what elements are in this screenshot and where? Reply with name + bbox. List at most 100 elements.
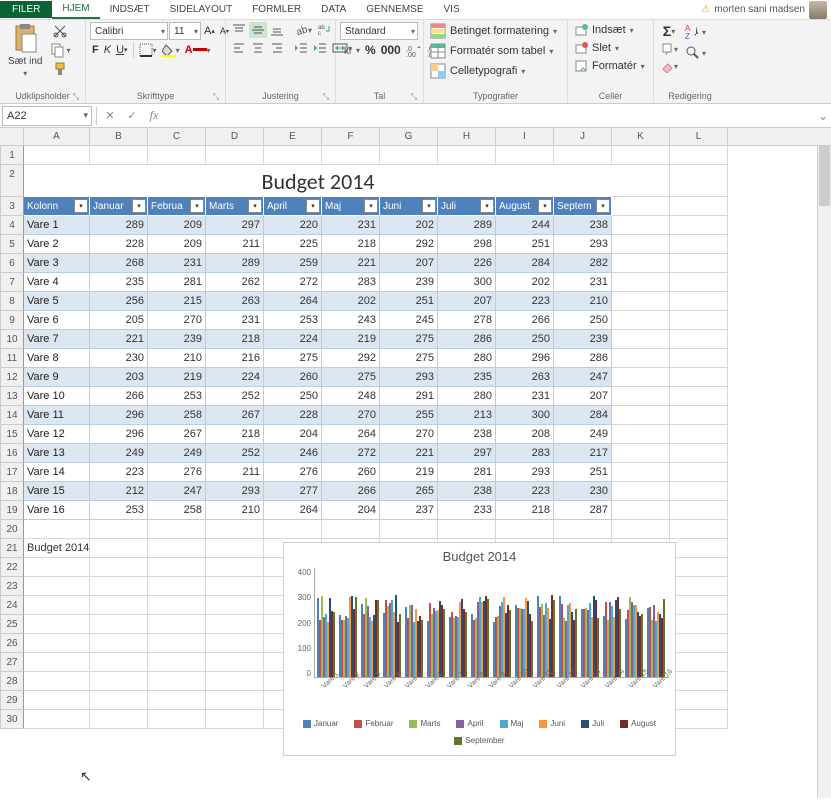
tab-filer[interactable]: FILER: [0, 1, 52, 18]
table-cell[interactable]: 231: [496, 387, 554, 406]
name-box[interactable]: A22: [2, 106, 92, 126]
accounting-format-button[interactable]: kr: [340, 42, 362, 58]
table-cell[interactable]: 272: [322, 444, 380, 463]
insert-function-button[interactable]: fx: [143, 106, 165, 126]
table-cell[interactable]: 266: [322, 482, 380, 501]
column-header[interactable]: D: [206, 128, 264, 145]
enter-formula-button[interactable]: ✓: [121, 106, 143, 126]
format-as-table-button[interactable]: Formatér som tabel: [428, 42, 563, 60]
table-cell[interactable]: 262: [206, 273, 264, 292]
table-cell[interactable]: 238: [438, 425, 496, 444]
table-row-label[interactable]: Vare 1: [24, 216, 90, 235]
table-row-label[interactable]: Vare 3: [24, 254, 90, 273]
cell[interactable]: [670, 520, 728, 539]
align-left-button[interactable]: [230, 40, 248, 56]
cell[interactable]: [206, 520, 264, 539]
cell[interactable]: [148, 615, 206, 634]
cell[interactable]: [206, 596, 264, 615]
table-cell[interactable]: 293: [554, 235, 612, 254]
table-cell[interactable]: 275: [380, 349, 438, 368]
table-cell[interactable]: 283: [496, 444, 554, 463]
decrease-indent-button[interactable]: [292, 40, 310, 56]
clipboard-expand-icon[interactable]: ⤡: [71, 92, 81, 102]
row-header[interactable]: 28: [0, 672, 24, 691]
table-cell[interactable]: 260: [322, 463, 380, 482]
cell[interactable]: [148, 672, 206, 691]
tab-indsaet[interactable]: INDSÆT: [100, 1, 160, 18]
table-cell[interactable]: 286: [554, 349, 612, 368]
increase-font-button[interactable]: A▴: [202, 24, 217, 38]
table-cell[interactable]: 249: [90, 444, 148, 463]
filter-button[interactable]: ▾: [422, 199, 436, 213]
insert-cells-button[interactable]: Indsæt: [572, 22, 636, 38]
cell[interactable]: [670, 558, 728, 577]
row-header[interactable]: 15: [0, 425, 24, 444]
table-cell[interactable]: 280: [438, 387, 496, 406]
align-center-button[interactable]: [249, 40, 267, 56]
cell[interactable]: [670, 349, 728, 368]
cell[interactable]: [554, 520, 612, 539]
table-cell[interactable]: 224: [206, 368, 264, 387]
table-cell[interactable]: 228: [90, 235, 148, 254]
tab-gennemse[interactable]: GENNEMSE: [356, 1, 433, 18]
cell[interactable]: [24, 146, 90, 165]
table-cell[interactable]: 219: [380, 463, 438, 482]
cell[interactable]: [670, 463, 728, 482]
table-header[interactable]: August▾: [496, 197, 554, 216]
cell[interactable]: [670, 596, 728, 615]
table-cell[interactable]: 264: [264, 292, 322, 311]
cell[interactable]: [670, 273, 728, 292]
cell[interactable]: [496, 146, 554, 165]
table-cell[interactable]: 263: [206, 292, 264, 311]
filter-button[interactable]: ▾: [364, 199, 378, 213]
cell[interactable]: [148, 596, 206, 615]
table-cell[interactable]: 231: [148, 254, 206, 273]
table-cell[interactable]: 266: [496, 311, 554, 330]
table-cell[interactable]: 284: [496, 254, 554, 273]
cell[interactable]: [148, 539, 206, 558]
column-header[interactable]: G: [380, 128, 438, 145]
table-cell[interactable]: 251: [380, 292, 438, 311]
table-cell[interactable]: 293: [380, 368, 438, 387]
table-cell[interactable]: 300: [496, 406, 554, 425]
cell[interactable]: [90, 558, 148, 577]
cell[interactable]: [670, 387, 728, 406]
table-cell[interactable]: 225: [264, 235, 322, 254]
cell[interactable]: [438, 520, 496, 539]
cell[interactable]: [206, 577, 264, 596]
cell[interactable]: [148, 634, 206, 653]
autosum-button[interactable]: Σ: [658, 22, 680, 40]
table-cell[interactable]: 224: [264, 330, 322, 349]
row-header[interactable]: 5: [0, 235, 24, 254]
cell[interactable]: [670, 634, 728, 653]
row-header[interactable]: 25: [0, 615, 24, 634]
cell[interactable]: [612, 444, 670, 463]
table-cell[interactable]: 202: [322, 292, 380, 311]
borders-button[interactable]: [137, 42, 159, 58]
table-row-label[interactable]: Vare 11: [24, 406, 90, 425]
cell[interactable]: [90, 691, 148, 710]
cell[interactable]: [612, 501, 670, 520]
row-header[interactable]: 2: [0, 165, 24, 197]
cell[interactable]: [612, 273, 670, 292]
increase-decimal-button[interactable]: ,0,00: [404, 42, 424, 58]
table-cell[interactable]: 223: [496, 292, 554, 311]
table-header[interactable]: Juli▾: [438, 197, 496, 216]
percent-button[interactable]: %: [363, 42, 378, 58]
cell[interactable]: [90, 634, 148, 653]
filter-button[interactable]: ▾: [306, 199, 320, 213]
cell[interactable]: [90, 577, 148, 596]
table-header[interactable]: Kolonn▾: [24, 197, 90, 216]
table-cell[interactable]: 243: [322, 311, 380, 330]
column-header[interactable]: K: [612, 128, 670, 145]
table-cell[interactable]: 215: [148, 292, 206, 311]
table-row-label[interactable]: Vare 2: [24, 235, 90, 254]
table-cell[interactable]: 239: [554, 330, 612, 349]
clear-button[interactable]: [658, 58, 680, 74]
table-cell[interactable]: 207: [380, 254, 438, 273]
cell[interactable]: [322, 146, 380, 165]
table-header[interactable]: Juni▾: [380, 197, 438, 216]
cell[interactable]: [148, 577, 206, 596]
tab-sidelayout[interactable]: SIDELAYOUT: [160, 1, 243, 18]
expand-formula-bar-button[interactable]: ⌄: [815, 109, 831, 123]
